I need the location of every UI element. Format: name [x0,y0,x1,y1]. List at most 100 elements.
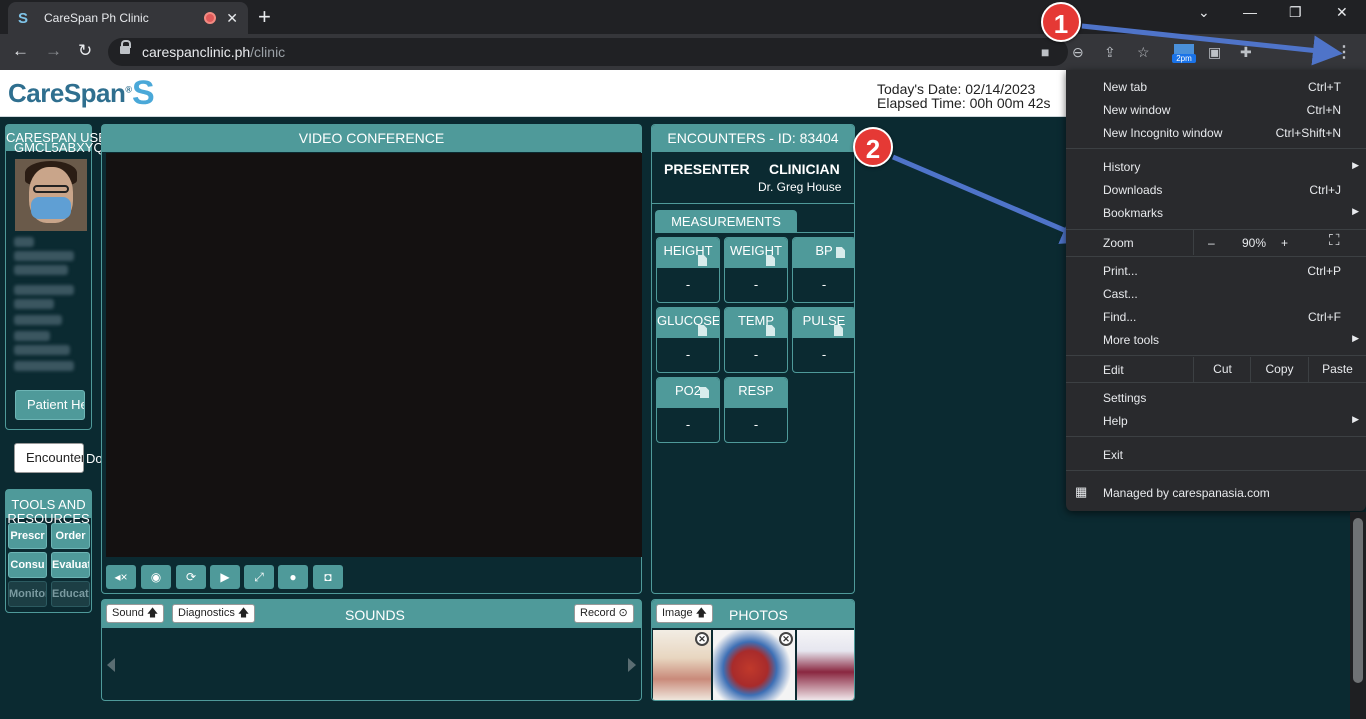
measurement-value: - [753,417,759,432]
menu-separator [1066,355,1366,356]
menu-exit[interactable]: Exit [1066,443,1366,466]
menu-more-tools[interactable]: More tools ▶ [1066,328,1366,351]
photo-thumbnail-document[interactable] [797,630,854,700]
zoom-icon[interactable]: ⊖ [1072,44,1084,61]
extension-badge[interactable]: 2pm [1172,40,1196,66]
prescribe-button[interactable]: Prescr [8,523,47,549]
share-icon[interactable]: ⇪ [1104,44,1116,61]
scroll-right-icon[interactable] [628,658,636,672]
minimize-icon[interactable]: — [1243,4,1257,20]
measurement-pulse[interactable]: PULSE - [792,307,854,373]
measurement-label: RESP [738,383,774,398]
chrome-menu: New tab Ctrl+T New window Ctrl+N New Incog… [1066,70,1366,511]
tab-search-icon[interactable]: ⌄ [1198,4,1210,21]
camera-flip-icon[interactable]: ◉ [141,565,171,589]
zoom-out-button[interactable]: – [1208,236,1215,250]
light-icon[interactable]: ● [278,565,308,589]
encounter-button[interactable]: Encounter [14,443,84,473]
redacted-info [14,251,74,261]
record-button[interactable]: Record ⊙ [574,604,634,623]
redacted-info [14,285,74,295]
address-bar[interactable]: carespanclinic.ph/clinic [108,38,1068,66]
menu-downloads[interactable]: Downloads Ctrl+J [1066,178,1366,201]
upload-arrow-icon: 🡅 [146,607,159,619]
menu-shortcut: Ctrl+P [1307,264,1341,278]
consult-button[interactable]: Consu [8,552,47,578]
scroll-left-icon[interactable] [107,658,115,672]
menu-new-incognito[interactable]: New Incognito window Ctrl+Shift+N [1066,121,1366,144]
reload-icon[interactable]: ↻ [78,41,92,61]
paste-button[interactable]: Paste [1308,357,1366,382]
menu-cast[interactable]: Cast... [1066,282,1366,305]
order-button[interactable]: Order [51,523,90,549]
menu-bookmarks[interactable]: Bookmarks ▶ [1066,201,1366,224]
puzzle-icon[interactable]: ✚ [1240,44,1252,61]
close-tab-icon[interactable]: ✕ [226,10,238,27]
measurement-weight[interactable]: WEIGHT - [724,237,788,303]
restore-icon[interactable]: ❐ [1289,4,1302,21]
image-upload-button[interactable]: Image 🡅 [656,604,713,623]
video-conference-header: VIDEO CONFERENCE [102,125,641,152]
fullscreen-icon[interactable]: ⛶ [1329,232,1340,249]
menu-help[interactable]: Help ▶ [1066,409,1366,432]
monitor-button[interactable]: Monitor [8,581,47,607]
measurement-glucose[interactable]: GLUCOSE - [656,307,720,373]
chrome-menu-icon[interactable]: ⋮ [1336,42,1352,62]
sounds-toolbar: Sound 🡅 Diagnostics 🡅 SOUNDS Record ⊙ [102,600,641,628]
video-feed[interactable] [106,153,642,557]
redacted-info [14,237,34,247]
remove-photo-icon[interactable]: ✕ [779,632,793,646]
new-tab-icon[interactable]: + [258,4,271,30]
extension-icon[interactable]: ▣ [1208,44,1221,61]
measurement-po2[interactable]: PO2 - [656,377,720,443]
mute-icon[interactable]: ◂× [106,565,136,589]
photo-thumbnail-heart[interactable]: ✕ [713,630,795,700]
carespan-logo[interactable]: CareSpan® [8,78,132,109]
zoom-in-button[interactable]: + [1281,236,1288,250]
scrollbar-thumb[interactable] [1353,518,1363,683]
sound-upload-button[interactable]: Sound 🡅 [106,604,165,623]
menu-label: Help [1103,414,1128,428]
document-icon [700,387,709,398]
refresh-icon[interactable]: ⟳ [176,565,206,589]
forward-icon[interactable]: → [45,41,62,61]
menu-history[interactable]: History ▶ [1066,155,1366,178]
logo-registered: ® [125,84,132,95]
menu-new-tab[interactable]: New tab Ctrl+T [1066,75,1366,98]
close-window-icon[interactable]: ✕ [1336,4,1348,21]
measurement-label: BP [815,243,833,258]
menu-label: Exit [1103,448,1124,462]
fullscreen-icon[interactable]: ⤢ [244,565,274,589]
url-path: /clinic [250,44,286,60]
photo-thumbnail-anatomy[interactable]: ✕ [653,630,711,700]
camera-in-use-icon[interactable]: ■ [1041,44,1049,60]
page-scrollbar[interactable] [1350,512,1366,719]
cut-button[interactable]: Cut [1193,357,1251,382]
clinician-label: CLINICIAN [769,161,840,177]
evaluate-button[interactable]: Evaluate [51,552,90,578]
measurement-bp[interactable]: BP - [792,237,854,303]
step-2-marker: 2 [853,127,893,167]
measurements-tab[interactable]: MEASUREMENTS [655,210,797,233]
menu-label: Find... [1103,310,1137,324]
menu-find[interactable]: Find... Ctrl+F [1066,305,1366,328]
bookmark-star-icon[interactable]: ☆ [1137,44,1150,61]
browser-tab[interactable]: S CareSpan Ph Clinic ✕ [8,2,248,34]
copy-button[interactable]: Copy [1250,357,1308,382]
patient-health-button[interactable]: Patient Health [15,390,85,420]
menu-new-window[interactable]: New window Ctrl+N [1066,98,1366,121]
back-icon[interactable]: ← [12,41,29,61]
measurement-label: GLUCOSE [657,313,720,328]
menu-managed-by[interactable]: ▦ Managed by carespanasia.com [1066,481,1366,504]
menu-label: Cast... [1103,287,1138,301]
educate-button[interactable]: Educate [51,581,90,607]
menu-settings[interactable]: Settings [1066,386,1366,409]
measurement-temp[interactable]: TEMP - [724,307,788,373]
camera-icon[interactable]: ◘ [313,565,343,589]
video-icon[interactable]: ▶ [210,565,240,589]
measurement-height[interactable]: HEIGHT - [656,237,720,303]
menu-print[interactable]: Print... Ctrl+P [1066,259,1366,282]
diagnostics-upload-button[interactable]: Diagnostics 🡅 [172,604,256,623]
measurement-resp[interactable]: RESP - [724,377,788,443]
remove-photo-icon[interactable]: ✕ [695,632,709,646]
